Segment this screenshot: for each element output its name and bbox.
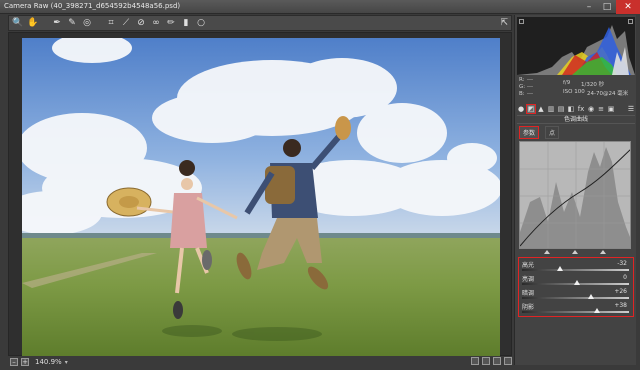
highlight-clipping-icon[interactable]: [628, 19, 633, 24]
snapshots-tab-icon[interactable]: ▣: [607, 105, 615, 113]
swap-icon[interactable]: [493, 357, 501, 365]
color-sampler-tool-icon[interactable]: ✎: [67, 18, 77, 28]
zoom-out-button[interactable]: –: [10, 358, 18, 366]
close-button[interactable]: ✕: [616, 0, 640, 14]
tone-slider-label: 暗调: [522, 290, 535, 297]
radial-filter-icon[interactable]: ○: [196, 18, 206, 28]
tone-slider-label: 阴影: [522, 304, 535, 311]
curve-tab-icon[interactable]: ◩: [526, 104, 536, 114]
r-value: ---: [527, 77, 533, 83]
histogram-graph: [517, 25, 635, 75]
preview-canvas: [8, 32, 512, 356]
section-title: 色调曲线: [517, 115, 635, 124]
detail-tab-icon[interactable]: ▲: [537, 105, 545, 113]
hsl-tab-icon[interactable]: ▥: [547, 105, 555, 113]
tone-slider-row: 暗调 +26: [521, 288, 631, 302]
right-panel: R: --- G: --- B: --- f/9 1/320 秒 ISO 100…: [514, 15, 636, 365]
panel-menu-icon[interactable]: ☰: [627, 105, 635, 113]
hand-tool-icon[interactable]: ✋: [27, 18, 38, 28]
straighten-tool-icon[interactable]: ⟋: [121, 18, 131, 28]
tone-slider-row: 亮调 0: [521, 274, 631, 288]
shutter-value: 1/320 秒: [581, 82, 605, 88]
tone-slider-knob[interactable]: [557, 266, 564, 271]
zoom-in-button[interactable]: +: [21, 358, 29, 366]
tone-slider-row: 高光 -32: [521, 260, 631, 274]
tone-slider-track[interactable]: [522, 297, 629, 299]
curve-subtabs: 参数 点: [517, 125, 635, 139]
r-label: R:: [519, 77, 525, 83]
g-value: ---: [527, 84, 533, 90]
minimize-button[interactable]: –: [580, 0, 598, 14]
split-handle-midtones[interactable]: [572, 250, 578, 254]
tone-slider-value[interactable]: 0: [623, 274, 627, 281]
split-handle-shadows[interactable]: [544, 250, 550, 254]
tone-slider-knob[interactable]: [587, 294, 594, 299]
aperture-value: f/9: [563, 80, 571, 86]
b-value: ---: [527, 91, 533, 97]
tone-slider-value[interactable]: +26: [614, 288, 627, 295]
tool-bar: 🔍 ✋ ✒ ✎ ◎ ⌗ ⟋ ⊘ ∞ ✏ ▮ ○ ⇱: [8, 15, 512, 31]
maximize-button[interactable]: □: [598, 0, 616, 14]
compare-icon[interactable]: [482, 357, 490, 365]
preview-mode-icon[interactable]: [471, 357, 479, 365]
tone-slider-track[interactable]: [522, 269, 629, 271]
targeted-adjustment-tool-icon[interactable]: ◎: [82, 18, 92, 28]
camera-info: R: --- G: --- B: --- f/9 1/320 秒 ISO 100…: [519, 77, 635, 101]
camera-tab-icon[interactable]: ◉: [587, 105, 595, 113]
tab-parametric[interactable]: 参数: [519, 125, 540, 139]
tone-slider-label: 亮调: [522, 276, 535, 283]
settings-icon[interactable]: [504, 357, 512, 365]
zoom-dropdown-icon[interactable]: ▾: [65, 359, 68, 366]
g-label: G:: [519, 84, 526, 90]
adjustment-brush-icon[interactable]: ✏: [166, 18, 176, 28]
tab-point[interactable]: 点: [545, 125, 560, 139]
window-title: Camera Raw (40_398271_d654592b4548a56.ps…: [4, 2, 181, 10]
status-bar: – + 140.9% ▾: [8, 356, 512, 368]
b-label: B:: [519, 91, 525, 97]
zoom-level[interactable]: 140.9%: [35, 358, 62, 366]
red-eye-tool-icon[interactable]: ∞: [151, 18, 161, 28]
tone-slider-knob[interactable]: [574, 280, 580, 285]
tone-slider-value[interactable]: -32: [617, 260, 627, 267]
title-bar: Camera Raw (40_398271_d654592b4548a56.ps…: [0, 0, 640, 14]
toolbar-separator: [97, 18, 101, 28]
white-balance-tool-icon[interactable]: ✒: [52, 18, 62, 28]
tone-slider-knob[interactable]: [593, 308, 600, 313]
split-tone-tab-icon[interactable]: ▤: [557, 105, 565, 113]
fx-tab-icon[interactable]: fx: [577, 105, 585, 113]
split-handle-highlights[interactable]: [600, 250, 606, 254]
adjustment-tabs: ● ◩ ▲ ▥ ▤ ◧ fx ◉ ≡ ▣ ☰: [517, 104, 635, 114]
aperture-tab-icon[interactable]: ●: [517, 105, 525, 113]
histogram: [517, 17, 635, 75]
tone-sliders: 高光 -32 亮调 0 暗调 +26 阴影 +38: [518, 257, 634, 317]
photo-image: [22, 38, 500, 356]
fullscreen-icon[interactable]: ⇱: [500, 18, 508, 28]
tone-slider-row: 阴影 +38: [521, 302, 631, 316]
crop-tool-icon[interactable]: ⌗: [106, 18, 116, 28]
tone-slider-value[interactable]: +38: [614, 302, 627, 309]
toolbar-separator: [43, 18, 47, 28]
curve-split-handles[interactable]: [519, 250, 631, 256]
graduated-filter-icon[interactable]: ▮: [181, 18, 191, 28]
iso-value: ISO 100: [563, 89, 585, 95]
tone-slider-label: 高光: [522, 262, 535, 269]
curve-svg: [520, 142, 630, 248]
lens-tab-icon[interactable]: ◧: [567, 105, 575, 113]
tone-curve-graph[interactable]: [519, 141, 631, 249]
preview-photo[interactable]: [22, 38, 500, 356]
tone-slider-track[interactable]: [522, 311, 629, 313]
presets-tab-icon[interactable]: ≡: [597, 105, 605, 113]
shadow-clipping-icon[interactable]: [519, 19, 524, 24]
lens-value: 24-70@24 毫米: [587, 91, 629, 97]
zoom-tool-icon[interactable]: 🔍: [12, 18, 23, 28]
spot-removal-tool-icon[interactable]: ⊘: [136, 18, 146, 28]
